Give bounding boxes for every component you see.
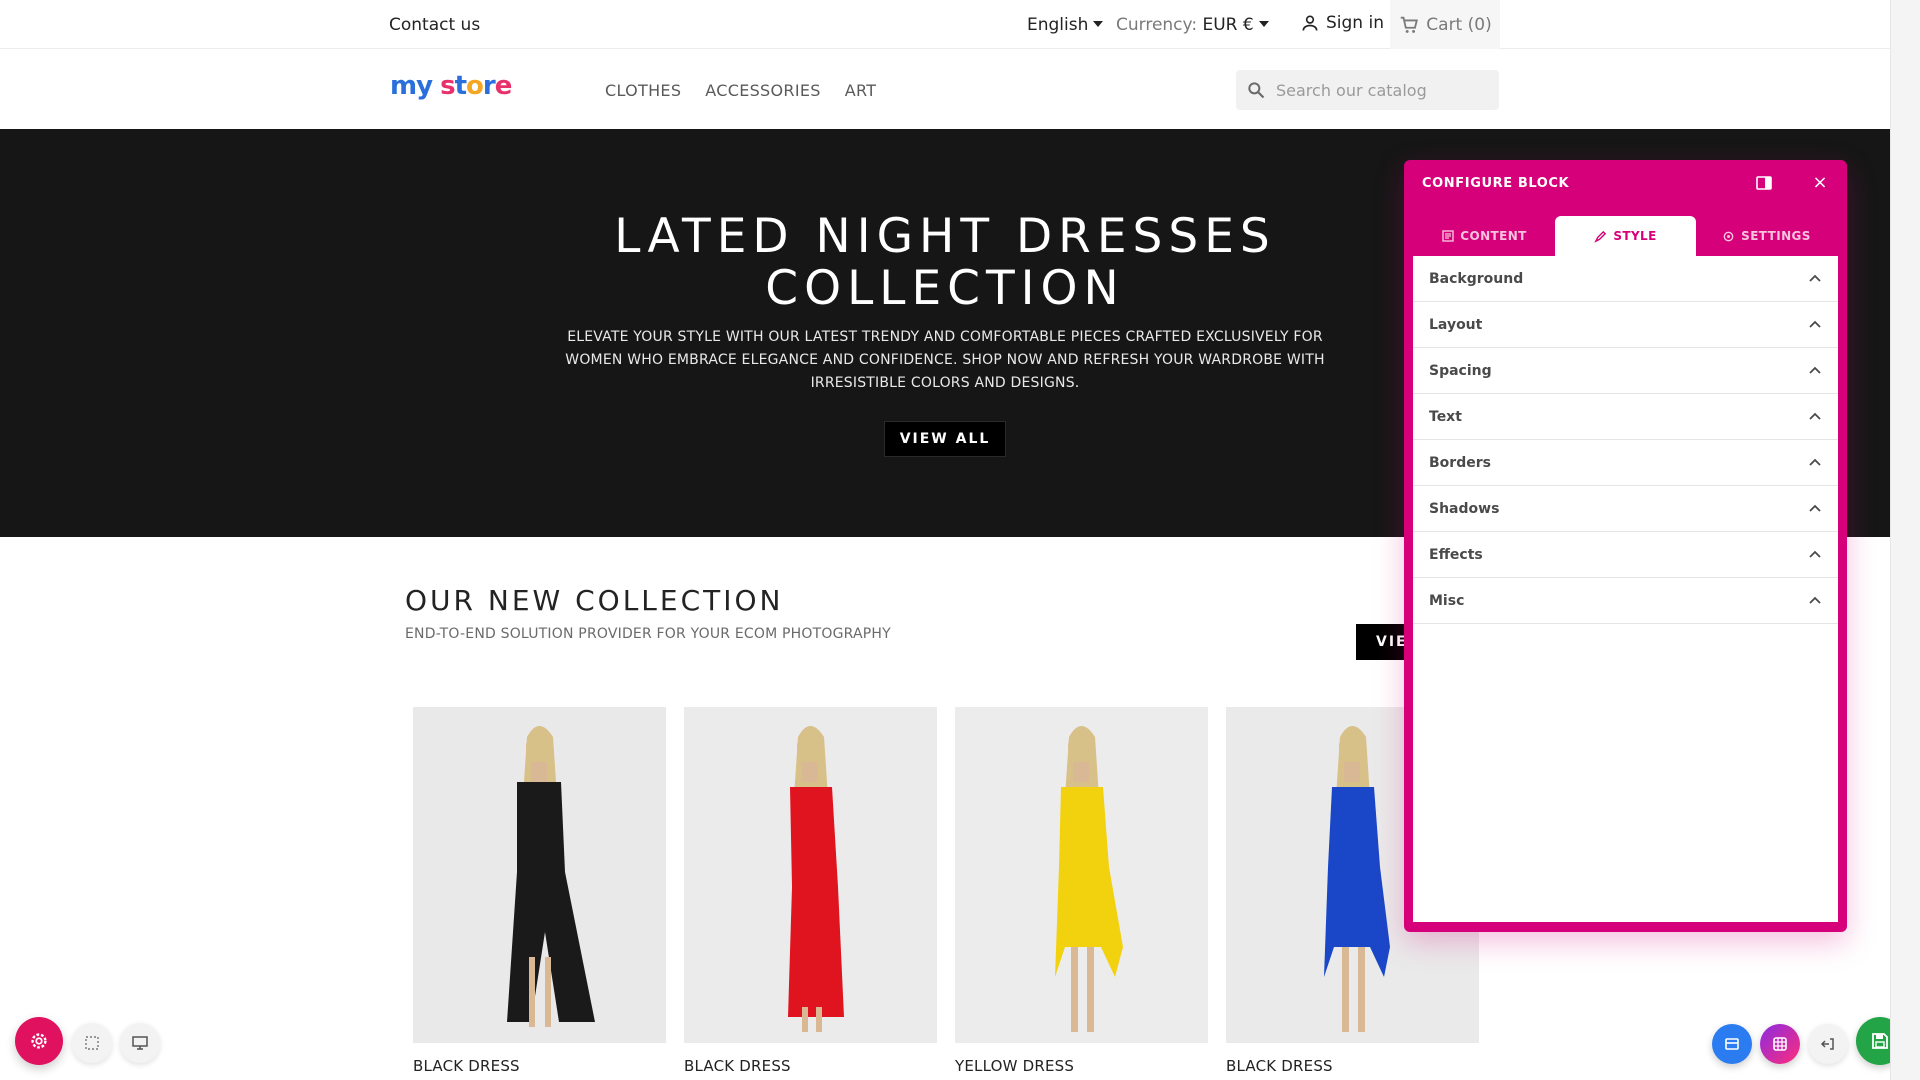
section-label: Effects bbox=[1429, 546, 1483, 563]
templates-button[interactable] bbox=[1760, 1024, 1800, 1064]
dock-panel-icon[interactable] bbox=[1756, 175, 1772, 191]
section-shadows[interactable]: Shadows bbox=[1413, 486, 1838, 532]
product-image[interactable] bbox=[413, 707, 666, 1043]
section-borders[interactable]: Borders bbox=[1413, 440, 1838, 486]
gear-icon bbox=[1723, 231, 1734, 241]
dress-photo bbox=[955, 707, 1208, 1043]
dress-photo bbox=[684, 707, 937, 1043]
chevron-up-icon bbox=[1809, 320, 1821, 328]
product-card[interactable]: BLACK DRESS bbox=[684, 707, 937, 1075]
section-background[interactable]: Background bbox=[1413, 256, 1838, 302]
product-image[interactable] bbox=[955, 707, 1208, 1043]
cart-icon bbox=[1401, 16, 1419, 33]
contact-us-link[interactable]: Contact us bbox=[389, 15, 480, 35]
nav-art[interactable]: ART bbox=[845, 81, 877, 100]
caret-down-icon bbox=[1258, 21, 1269, 27]
hero-description: ELEVATE YOUR STYLE WITH OUR LATEST TREND… bbox=[565, 329, 1325, 391]
section-label: Borders bbox=[1429, 454, 1491, 471]
search-icon[interactable] bbox=[1246, 80, 1266, 100]
section-text[interactable]: Text bbox=[1413, 394, 1838, 440]
panel-title: CONFIGURE BLOCK bbox=[1422, 176, 1570, 191]
sign-in-label: Sign in bbox=[1326, 13, 1384, 33]
chevron-up-icon bbox=[1809, 366, 1821, 374]
site-header: my store CLOTHES ACCESSORIES ART bbox=[0, 49, 1890, 129]
content-icon bbox=[1442, 230, 1454, 242]
section-label: Spacing bbox=[1429, 362, 1492, 379]
section-spacing[interactable]: Spacing bbox=[1413, 348, 1838, 394]
currency-value: EUR € bbox=[1202, 15, 1254, 35]
brush-icon bbox=[1594, 230, 1607, 243]
chevron-up-icon bbox=[1809, 504, 1821, 512]
product-name[interactable]: YELLOW DRESS bbox=[955, 1057, 1208, 1075]
collection-title: OUR NEW COLLECTION bbox=[405, 584, 784, 617]
language-label: English bbox=[1027, 15, 1089, 35]
section-label: Text bbox=[1429, 408, 1462, 425]
product-image[interactable] bbox=[684, 707, 937, 1043]
product-name[interactable]: BLACK DRESS bbox=[413, 1057, 666, 1075]
close-icon[interactable]: × bbox=[1812, 174, 1828, 192]
hero-title-line2: COLLECTION bbox=[765, 261, 1125, 316]
right-edge-strip bbox=[1890, 0, 1920, 1080]
builder-settings-button[interactable] bbox=[15, 1017, 63, 1065]
exit-icon bbox=[1820, 1038, 1834, 1050]
tab-settings-label: SETTINGS bbox=[1741, 229, 1811, 243]
tab-style[interactable]: STYLE bbox=[1555, 216, 1696, 256]
desktop-preview-button[interactable] bbox=[120, 1023, 160, 1063]
section-layout[interactable]: Layout bbox=[1413, 302, 1838, 348]
search-input[interactable] bbox=[1276, 80, 1476, 100]
exit-builder-button[interactable] bbox=[1808, 1024, 1848, 1064]
chevron-up-icon bbox=[1809, 458, 1821, 466]
product-card[interactable]: BLACK DRESS bbox=[413, 707, 666, 1075]
chevron-up-icon bbox=[1809, 274, 1821, 282]
tab-style-label: STYLE bbox=[1613, 229, 1657, 243]
currency-label: Currency: bbox=[1116, 15, 1198, 35]
section-label: Background bbox=[1429, 270, 1524, 287]
chevron-up-icon bbox=[1809, 412, 1821, 420]
hero-title-line1: LATED NIGHT DRESSES bbox=[614, 209, 1276, 264]
store-logo[interactable]: my store bbox=[390, 71, 512, 101]
top-bar: Contact us English Currency: EUR € Sign … bbox=[0, 0, 1890, 49]
section-label: Shadows bbox=[1429, 500, 1500, 517]
chevron-up-icon bbox=[1809, 550, 1821, 558]
language-selector[interactable]: English bbox=[1027, 15, 1104, 35]
logo-store: store bbox=[440, 71, 512, 101]
user-icon bbox=[1302, 15, 1318, 31]
nav-accessories[interactable]: ACCESSORIES bbox=[705, 81, 820, 100]
chevron-up-icon bbox=[1809, 596, 1821, 604]
layout-icon bbox=[1725, 1038, 1739, 1050]
cart-label: Cart (0) bbox=[1426, 14, 1492, 35]
section-misc[interactable]: Misc bbox=[1413, 578, 1838, 624]
logo-my: my bbox=[390, 71, 433, 101]
section-label: Layout bbox=[1429, 316, 1483, 333]
desktop-icon bbox=[132, 1036, 148, 1050]
selection-icon bbox=[85, 1036, 99, 1050]
product-name[interactable]: BLACK DRESS bbox=[1226, 1057, 1479, 1075]
section-label: Misc bbox=[1429, 592, 1465, 609]
caret-down-icon bbox=[1093, 21, 1104, 27]
gear-icon bbox=[31, 1033, 47, 1049]
section-effects[interactable]: Effects bbox=[1413, 532, 1838, 578]
dress-photo bbox=[413, 707, 666, 1043]
configure-block-panel: CONFIGURE BLOCK × CONTENT STYLE SETTINGS… bbox=[1404, 160, 1847, 932]
tab-content-label: CONTENT bbox=[1460, 229, 1527, 243]
product-list: BLACK DRESS BLACK DRESS YELLOW DRESS BLA… bbox=[413, 707, 1479, 1075]
select-tool-button[interactable] bbox=[72, 1023, 112, 1063]
main-nav: CLOTHES ACCESSORIES ART bbox=[605, 81, 876, 100]
collection-subtitle: END-TO-END SOLUTION PROVIDER FOR YOUR EC… bbox=[405, 626, 891, 642]
grid-icon bbox=[1773, 1037, 1787, 1051]
sign-in-link[interactable]: Sign in bbox=[1300, 13, 1384, 33]
layout-button[interactable] bbox=[1712, 1024, 1752, 1064]
currency-selector[interactable]: Currency: EUR € bbox=[1116, 15, 1269, 35]
save-icon bbox=[1872, 1033, 1888, 1049]
product-card[interactable]: YELLOW DRESS bbox=[955, 707, 1208, 1075]
tab-content[interactable]: CONTENT bbox=[1414, 216, 1555, 256]
search-box bbox=[1236, 70, 1499, 110]
tab-settings[interactable]: SETTINGS bbox=[1696, 216, 1837, 256]
nav-clothes[interactable]: CLOTHES bbox=[605, 81, 681, 100]
style-accordion: Background Layout Spacing Text Borders S… bbox=[1413, 256, 1838, 922]
view-all-button[interactable]: VIEW ALL bbox=[884, 421, 1006, 457]
panel-tabs: CONTENT STYLE SETTINGS bbox=[1414, 216, 1837, 256]
product-name[interactable]: BLACK DRESS bbox=[684, 1057, 937, 1075]
cart-button[interactable]: Cart (0) bbox=[1390, 0, 1500, 49]
